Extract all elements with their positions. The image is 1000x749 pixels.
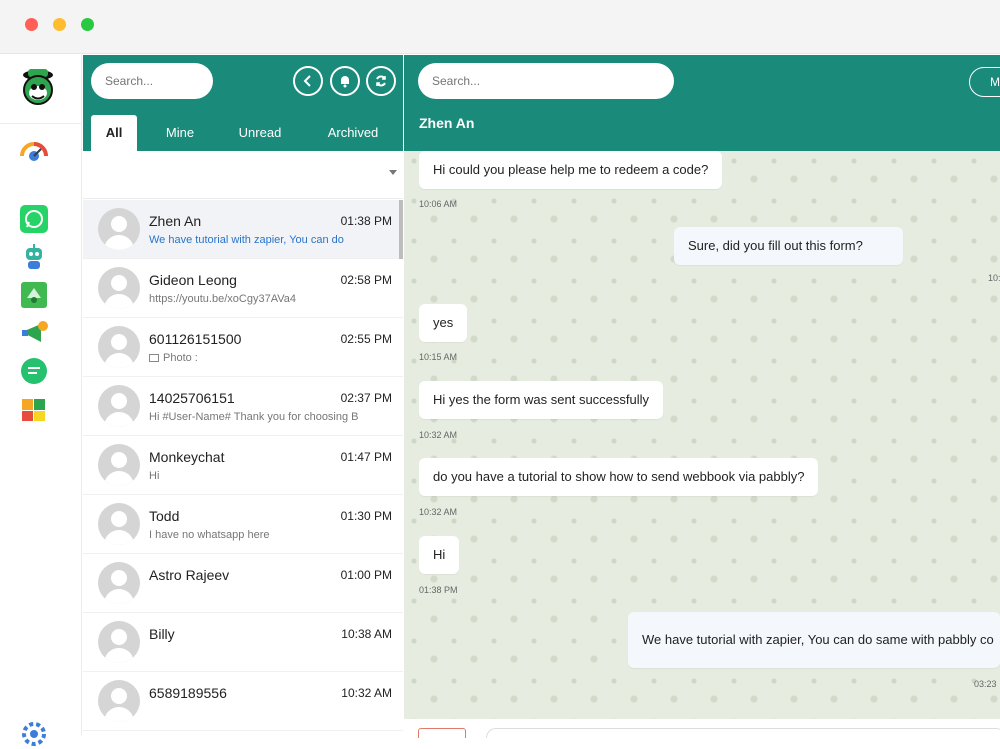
chat-window: Zhen An M Hi could you please help me to… (404, 55, 1000, 738)
message-bubble: Hi could you please help me to redeem a … (419, 151, 723, 189)
conversation-time: 01:38 PM (340, 214, 392, 228)
conversation-time: 10:32 AM (341, 686, 392, 700)
message-timestamp: 10:32 AM (419, 507, 458, 517)
conversation-item[interactable]: Astro Rajeev 01:00 PM (83, 554, 403, 613)
avatar (98, 621, 140, 663)
photo-icon (149, 354, 159, 363)
refresh-icon (376, 75, 386, 87)
window-minimize-button[interactable] (53, 18, 66, 31)
message-bubble: yes (419, 304, 468, 342)
robot-icon[interactable] (19, 242, 49, 272)
conversation-time: 02:55 PM (340, 332, 392, 346)
monkey-logo-icon[interactable] (16, 65, 60, 109)
avatar (98, 503, 140, 545)
conversation-item[interactable]: Billy 10:38 AM (83, 613, 403, 672)
puzzle-icon[interactable] (19, 394, 49, 424)
chat-bubble-icon[interactable] (19, 356, 49, 386)
refresh-button[interactable] (366, 66, 396, 96)
conversation-name: 601126151500 (149, 331, 242, 347)
conversation-time: 01:47 PM (340, 450, 392, 464)
conversation-item[interactable]: 6589189556 10:32 AM (83, 672, 403, 731)
conversation-preview: Hi #User-Name# Thank you for choosing B (149, 411, 359, 423)
conversation-preview: https://youtu.be/xoCgy37AVa4 (149, 293, 296, 305)
message-search-input[interactable] (418, 63, 674, 99)
conversation-preview: Hi (149, 470, 160, 482)
avatar (98, 680, 140, 722)
conversation-item[interactable]: 601126151500 02:55 PM Photo : (83, 318, 403, 377)
chevron-left-icon (303, 75, 311, 87)
message-timestamp: 10: (988, 273, 1000, 283)
chat-header: Zhen An M (404, 55, 1000, 151)
message-bubble: We have tutorial with zapier, You can do… (628, 612, 1000, 668)
conversation-filter-dropdown[interactable] (83, 151, 403, 199)
settings-icon[interactable] (19, 719, 49, 749)
broadcast-icon[interactable] (19, 280, 49, 310)
conversation-time: 10:38 AM (341, 627, 392, 641)
conversation-panel-header: All Mine Unread Archived (83, 55, 403, 151)
conversation-name: 14025706151 (149, 390, 235, 406)
avatar (98, 385, 140, 427)
rail-divider (0, 123, 82, 124)
conversation-time: 02:37 PM (340, 391, 392, 405)
conversation-item[interactable]: Gideon Leong 02:58 PM https://youtu.be/x… (83, 259, 403, 318)
chevron-down-icon (389, 170, 397, 175)
conversation-item[interactable]: 14025706151 02:37 PM Hi #User-Name# Than… (83, 377, 403, 436)
message-thread: Hi could you please help me to redeem a … (404, 151, 1000, 719)
tab-unread[interactable]: Unread (227, 115, 293, 151)
avatar (98, 444, 140, 486)
attachment-button[interactable] (418, 728, 466, 738)
conversation-list: Zhen An 01:38 PM We have tutorial with z… (83, 200, 403, 735)
conversation-preview: Photo : (149, 352, 389, 364)
message-bubble: Sure, did you fill out this form? (674, 227, 903, 265)
conversation-name: Astro Rajeev (149, 567, 230, 583)
conversation-time: 02:58 PM (340, 273, 392, 287)
message-timestamp: 10:15 AM (419, 352, 458, 362)
bell-icon (341, 76, 349, 88)
message-composer (404, 719, 1000, 738)
avatar (98, 562, 140, 604)
dashboard-gauge-icon[interactable] (19, 136, 49, 166)
tab-all[interactable]: All (91, 115, 137, 151)
message-bubble: Hi yes the form was sent successfully (419, 381, 664, 419)
conversation-name: Monkeychat (149, 449, 225, 465)
conversation-preview: We have tutorial with zapier, You can do (149, 234, 344, 246)
campaign-icon[interactable] (19, 318, 49, 348)
message-bubble: do you have a tutorial to show how to se… (419, 458, 819, 496)
avatar (98, 208, 140, 250)
message-input[interactable] (486, 728, 1000, 738)
tab-mine[interactable]: Mine (155, 115, 205, 151)
chat-header-button[interactable]: M (969, 67, 1000, 97)
conversation-time: 01:30 PM (340, 509, 392, 523)
whatsapp-icon[interactable] (19, 204, 49, 234)
conversation-name: Billy (149, 626, 175, 642)
message-timestamp: 01:38 PM (419, 585, 458, 595)
conversation-panel: All Mine Unread Archived Zhen An 01:38 P… (83, 55, 403, 735)
conversation-name: Gideon Leong (149, 272, 237, 288)
conversation-time: 01:00 PM (340, 568, 392, 582)
conversation-item[interactable]: Todd 01:30 PM I have no whatsapp here (83, 495, 403, 554)
tab-archived[interactable]: Archived (317, 115, 389, 151)
conversation-tabs: All Mine Unread Archived (83, 113, 403, 151)
conversation-search-input[interactable] (91, 63, 213, 99)
window-titlebar (0, 0, 1000, 54)
message-timestamp: 10:06 AM (419, 199, 458, 209)
message-bubble: Hi (419, 536, 460, 574)
conversation-item[interactable]: Zhen An 01:38 PM We have tutorial with z… (83, 200, 403, 259)
conversation-name: 6589189556 (149, 685, 227, 701)
message-timestamp: 10:32 AM (419, 430, 458, 440)
conversation-name: Zhen An (149, 213, 202, 229)
app-sidebar (0, 55, 82, 746)
avatar (98, 267, 140, 309)
avatar (98, 326, 140, 368)
conversation-name: Todd (149, 508, 180, 524)
window-zoom-button[interactable] (81, 18, 94, 31)
chat-contact-name: Zhen An (419, 115, 475, 131)
conversation-preview: I have no whatsapp here (149, 529, 270, 541)
conversation-preview-text: Photo : (163, 352, 198, 364)
message-timestamp: 03:23 (974, 679, 997, 689)
back-button[interactable] (293, 66, 323, 96)
conversation-item[interactable]: Monkeychat 01:47 PM Hi (83, 436, 403, 495)
notifications-button[interactable] (330, 66, 360, 96)
window-close-button[interactable] (25, 18, 38, 31)
